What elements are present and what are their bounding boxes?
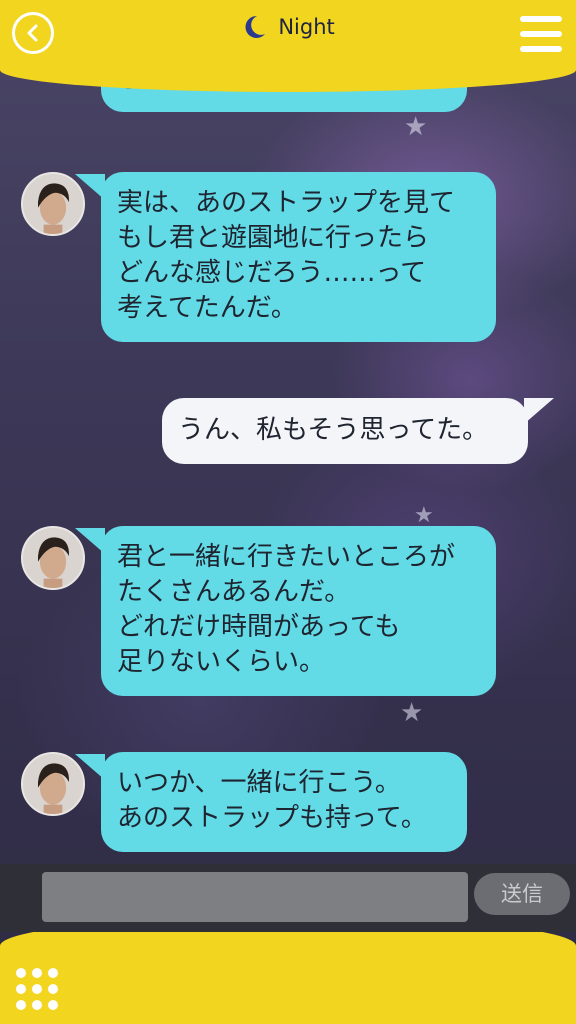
hamburger-menu-icon — [520, 16, 562, 22]
star-decoration: ★ — [400, 698, 424, 728]
avatar-portrait-icon — [23, 528, 83, 588]
star-decoration: ★ — [414, 503, 434, 528]
message-bubble-mine: うん、私もそう思ってた。 — [162, 398, 554, 464]
send-button[interactable]: 送信 — [474, 873, 570, 915]
hamburger-menu-icon — [520, 31, 562, 37]
message-bubble-partner: 君と一緒に行きたいところが たくさんあるんだ。 どれだけ時間があっても 足りない… — [75, 526, 496, 696]
message-bubble-partner: いつか、一緒に行こう。 あのストラップも持って。 — [75, 752, 467, 852]
app-header: Night — [0, 0, 576, 92]
message-composer: 送信 — [0, 864, 576, 932]
hamburger-menu-icon — [520, 46, 562, 52]
app-footer — [0, 916, 576, 1024]
title-area: Night — [0, 14, 576, 44]
avatar-portrait-icon — [23, 174, 83, 234]
star-decoration: ★ — [404, 112, 428, 142]
grid-menu-icon[interactable] — [16, 968, 58, 1010]
page-title: Night — [278, 15, 335, 39]
message-input[interactable] — [42, 872, 468, 922]
menu-button[interactable] — [520, 16, 562, 52]
crescent-moon-icon — [245, 15, 266, 38]
avatar-portrait-icon — [23, 754, 83, 814]
message-bubble-partner: 実は、あのストラップを見て もし君と遊園地に行ったら どんな感じだろう……って … — [75, 172, 496, 342]
